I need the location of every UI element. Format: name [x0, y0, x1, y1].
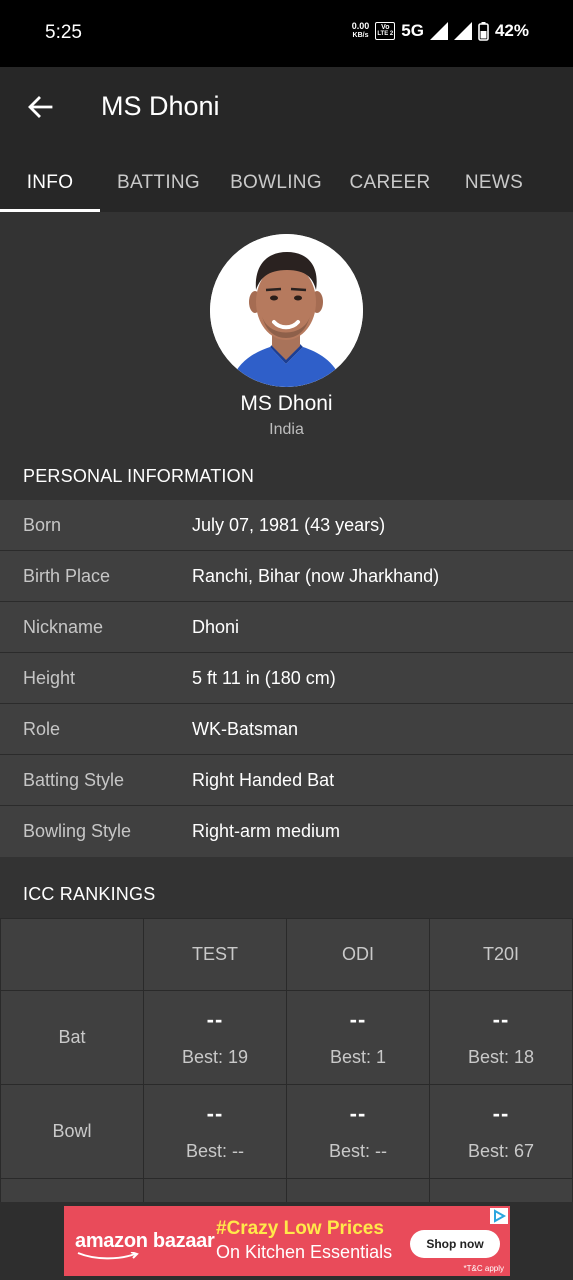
tab-info[interactable]: INFO — [0, 154, 100, 212]
volte-icon: Vo LTE 2 — [375, 22, 396, 40]
rank-corner-cell — [0, 918, 144, 991]
rank-row-label: Bat — [0, 990, 144, 1085]
rank-header-row: TEST ODI T20I — [0, 918, 573, 991]
rank-cell — [143, 1178, 287, 1204]
ad-terms: *T&C apply — [463, 1264, 504, 1273]
rank-current: -- — [492, 1101, 510, 1126]
rank-best: Best: 67 — [467, 1141, 535, 1161]
player-name: MS Dhoni — [240, 392, 333, 415]
rank-cell: -- Best: -- — [286, 1084, 430, 1179]
signal-icon-2 — [453, 22, 472, 40]
personal-info-heading: PERSONAL INFORMATION — [0, 452, 573, 500]
info-value: Right-arm medium — [192, 821, 341, 841]
net-speed: 0.00 KB/s — [352, 22, 370, 40]
info-value: July 07, 1981 (43 years) — [192, 515, 386, 535]
rank-cell — [286, 1178, 430, 1204]
rank-current: -- — [206, 1101, 224, 1126]
amazon-smile-icon — [77, 1252, 139, 1260]
rank-col-odi: ODI — [286, 918, 430, 991]
info-value: WK-Batsman — [192, 719, 299, 739]
ad-brand: amazon bazaar — [75, 1230, 215, 1252]
info-label: Batting Style — [23, 770, 125, 790]
battery-percent: 42% — [494, 21, 529, 40]
rank-row-bowl: Bowl -- Best: -- -- Best: -- -- Best: 67 — [0, 1084, 573, 1179]
icc-rankings-heading: ICC RANKINGS — [0, 870, 573, 918]
info-value: Dhoni — [192, 617, 240, 637]
ad-container: amazon bazaar #Crazy Low Prices On Kitch… — [0, 1202, 573, 1280]
info-row-role: Role WK-Batsman — [0, 704, 573, 755]
rank-cell: -- Best: 1 — [286, 990, 430, 1085]
info-label: Bowling Style — [23, 821, 132, 841]
arrow-left-icon — [28, 96, 53, 118]
info-row-birth-place: Birth Place Ranchi, Bihar (now Jharkhand… — [0, 551, 573, 602]
tab-bar: INFO BATTING BOWLING CAREER NEWS — [0, 154, 573, 212]
info-row-batting-style: Batting Style Right Handed Bat — [0, 755, 573, 806]
status-bar: 5:25 0.00 KB/s Vo LTE 2 5G 42% — [0, 0, 573, 67]
shop-now-button[interactable]: Shop now — [410, 1230, 500, 1258]
rank-cell: -- Best: 18 — [429, 990, 573, 1085]
page-title: MS Dhoni — [101, 91, 220, 121]
rank-best: Best: 18 — [467, 1047, 535, 1067]
rank-cell: -- Best: 67 — [429, 1084, 573, 1179]
rank-row-partial — [0, 1178, 573, 1204]
info-value: 5 ft 11 in (180 cm) — [192, 668, 336, 688]
app-bar: MS Dhoni INFO BATTING BOWLING CAREER NEW… — [0, 67, 573, 212]
volte-bottom: LTE 2 — [377, 31, 394, 37]
tab-bowling[interactable]: BOWLING — [217, 154, 335, 212]
net-speed-value: 0.00 — [351, 21, 370, 31]
avatar — [210, 234, 363, 387]
info-label: Role — [23, 719, 61, 739]
player-photo — [210, 234, 363, 387]
player-profile: MS Dhoni India — [0, 212, 573, 452]
adchoices-icon[interactable] — [490, 1208, 508, 1224]
info-label: Nickname — [23, 617, 104, 637]
tab-batting[interactable]: BATTING — [100, 154, 217, 212]
net-speed-unit: KB/s — [352, 32, 369, 39]
ad-headline: #Crazy Low Prices — [216, 1218, 384, 1239]
ad-subline: On Kitchen Essentials — [216, 1242, 393, 1262]
rank-row-bat: Bat -- Best: 19 -- Best: 1 -- Best: 18 — [0, 990, 573, 1085]
rank-current: -- — [206, 1007, 224, 1032]
icc-rankings-table: TEST ODI T20I Bat -- Best: 19 -- Best: 1… — [0, 918, 573, 1204]
info-value: Right Handed Bat — [192, 770, 335, 790]
rank-best: Best: -- — [185, 1141, 244, 1161]
info-label: Born — [23, 515, 62, 535]
info-value: Ranchi, Bihar (now Jharkhand) — [192, 566, 440, 586]
personal-info-table: Born July 07, 1981 (43 years) Birth Plac… — [0, 500, 573, 857]
tab-career[interactable]: CAREER — [335, 154, 445, 212]
info-row-bowling-style: Bowling Style Right-arm medium — [0, 806, 573, 857]
info-row-nickname: Nickname Dhoni — [0, 602, 573, 653]
tab-news[interactable]: NEWS — [445, 154, 543, 212]
player-country: India — [269, 421, 304, 438]
rank-best: Best: 1 — [329, 1047, 387, 1067]
info-label: Birth Place — [23, 566, 111, 586]
rank-best: Best: 19 — [181, 1047, 249, 1067]
info-row-height: Height 5 ft 11 in (180 cm) — [0, 653, 573, 704]
rank-current: -- — [349, 1007, 367, 1032]
rank-current: -- — [492, 1007, 510, 1032]
battery-icon — [478, 21, 489, 41]
rank-row-label: Bowl — [0, 1084, 144, 1179]
network-type: 5G — [401, 21, 424, 40]
rank-cell: -- Best: -- — [143, 1084, 287, 1179]
rank-cell: -- Best: 19 — [143, 990, 287, 1085]
ad-banner[interactable]: amazon bazaar #Crazy Low Prices On Kitch… — [64, 1206, 510, 1276]
rank-col-t20i: T20I — [429, 918, 573, 991]
rank-best: Best: -- — [328, 1141, 387, 1161]
status-time: 5:25 — [45, 22, 82, 43]
status-icons: 0.00 KB/s Vo LTE 2 5G 42% — [352, 21, 529, 41]
signal-icon — [429, 22, 448, 40]
rank-cell — [0, 1178, 144, 1204]
volte-top: Vo — [381, 24, 390, 31]
rank-col-test: TEST — [143, 918, 287, 991]
rank-current: -- — [349, 1101, 367, 1126]
back-button[interactable] — [20, 87, 60, 127]
info-label: Height — [23, 668, 76, 688]
rank-cell — [429, 1178, 573, 1204]
info-row-born: Born July 07, 1981 (43 years) — [0, 500, 573, 551]
